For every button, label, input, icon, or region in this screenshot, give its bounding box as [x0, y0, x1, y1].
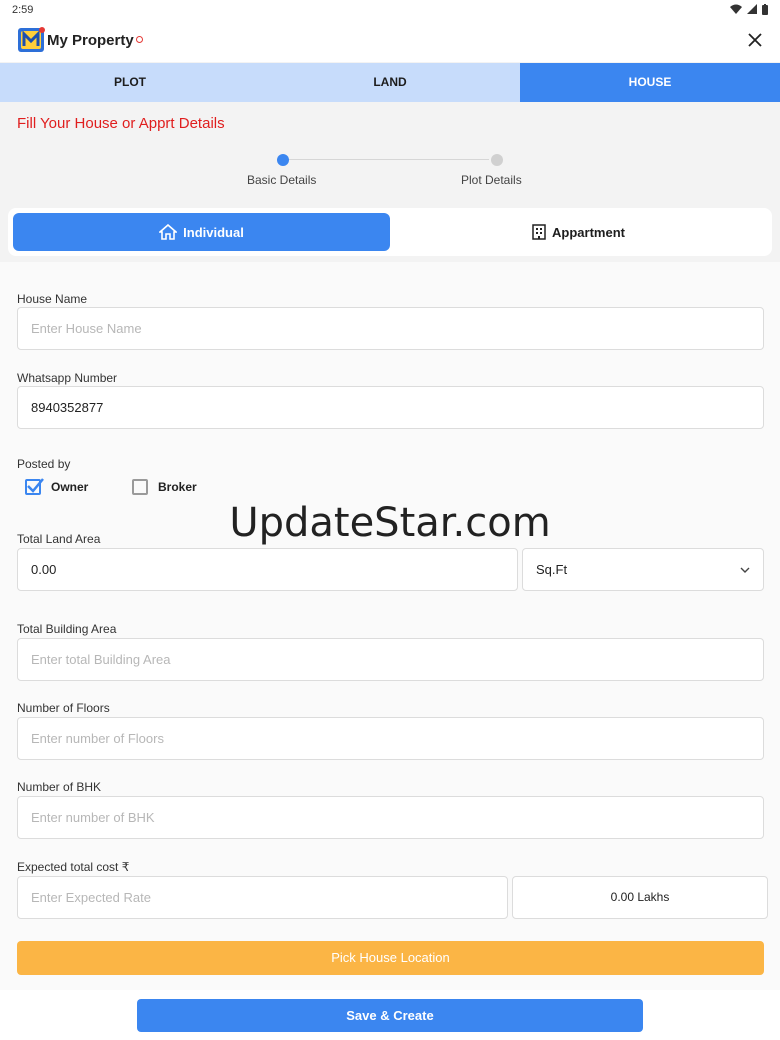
broker-option[interactable]: Broker — [132, 478, 197, 496]
individual-button[interactable]: Individual — [13, 213, 390, 251]
floors-input[interactable] — [17, 717, 764, 760]
chevron-down-icon — [740, 567, 750, 573]
wifi-icon — [729, 4, 742, 14]
whatsapp-input[interactable] — [17, 386, 764, 429]
appartment-button[interactable]: Appartment — [390, 213, 767, 251]
cost-label: Expected total cost ₹ — [17, 860, 130, 874]
broker-checkbox[interactable] — [132, 479, 148, 495]
expected-rate-input[interactable] — [17, 876, 508, 919]
floors-label: Number of Floors — [17, 701, 110, 715]
battery-icon — [762, 3, 768, 15]
step-label-plot: Plot Details — [461, 173, 522, 187]
land-area-unit-select[interactable]: Sq.Ft — [522, 548, 764, 591]
save-create-button[interactable]: Save & Create — [137, 999, 643, 1032]
posted-by-label: Posted by — [17, 457, 71, 471]
owner-option[interactable]: Owner — [25, 478, 88, 496]
bottom-bar: Save & Create — [0, 990, 780, 1040]
step-dot-plot — [491, 154, 503, 166]
form-title: Fill Your House or Apprt Details — [17, 115, 225, 132]
tab-house[interactable]: HOUSE — [520, 63, 780, 102]
signal-icon — [746, 3, 757, 14]
land-area-unit-value: Sq.Ft — [536, 562, 568, 577]
close-icon — [748, 33, 762, 47]
bhk-input[interactable] — [17, 796, 764, 839]
step-connector — [289, 159, 489, 160]
broker-label: Broker — [158, 480, 197, 494]
ownership-type-toggle: Individual Appartment — [8, 208, 772, 256]
tab-land[interactable]: LAND — [260, 63, 520, 102]
owner-checkbox[interactable] — [25, 478, 44, 495]
close-button[interactable] — [744, 29, 766, 51]
bhk-label: Number of BHK — [17, 780, 102, 794]
individual-label: Individual — [183, 224, 244, 240]
status-icons — [729, 3, 768, 15]
property-type-tabs: PLOT LAND HOUSE — [0, 63, 780, 102]
pick-house-location-button[interactable]: Pick House Location — [17, 941, 764, 975]
appartment-label: Appartment — [552, 224, 625, 240]
cost-lakhs-display: 0.00 Lakhs — [512, 876, 768, 919]
building-area-label: Total Building Area — [17, 622, 117, 636]
tab-plot[interactable]: PLOT — [0, 63, 260, 102]
building-icon — [532, 224, 546, 240]
registered-icon — [136, 36, 143, 43]
house-name-label: House Name — [17, 292, 88, 306]
app-header: My Property — [0, 22, 780, 62]
status-time: 2:59 — [12, 4, 34, 16]
checkmark-icon — [27, 478, 44, 493]
land-area-input[interactable] — [17, 548, 518, 591]
land-area-label: Total Land Area — [17, 532, 101, 546]
house-name-input[interactable] — [17, 307, 764, 350]
home-icon — [159, 224, 178, 240]
stepper: Basic Details Plot Details — [0, 150, 780, 195]
app-title: My Property — [47, 32, 134, 49]
owner-label: Owner — [51, 480, 89, 494]
step-dot-basic — [277, 154, 289, 166]
step-label-basic: Basic Details — [247, 173, 317, 187]
whatsapp-label: Whatsapp Number — [17, 371, 118, 385]
status-bar: 2:59 — [0, 0, 780, 22]
app-logo-icon — [18, 27, 45, 52]
building-area-input[interactable] — [17, 638, 764, 681]
